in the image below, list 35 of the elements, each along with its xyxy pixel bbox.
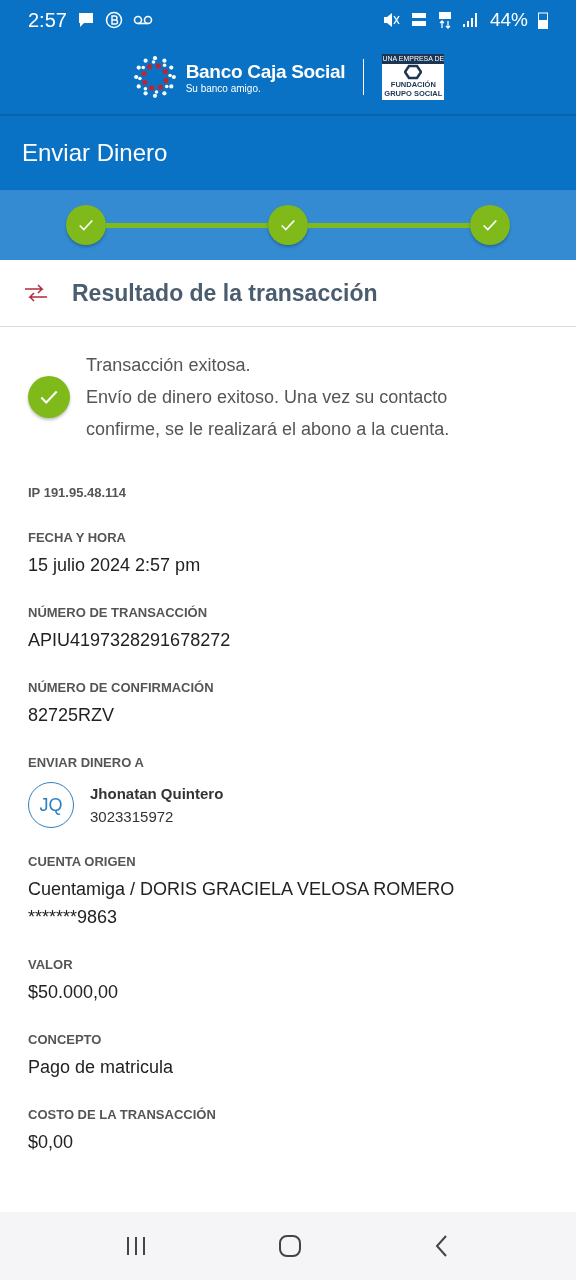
field-value: $50.000,00 (28, 981, 120, 1004)
field-label: COSTO DE LA TRANSACCIÓN (28, 1107, 217, 1122)
field-label: NÚMERO DE CONFIRMACIÓN (28, 680, 215, 695)
field-value: Cuentamiga / DORIS GRACIELA VELOSA ROMERO *******9863 (28, 878, 456, 929)
ip-address: IP 191.95.48.114 (28, 485, 128, 500)
section-title: Resultado de la transacción (72, 279, 378, 307)
battery-percent: 44% (489, 9, 528, 31)
b-circle-icon (104, 11, 123, 29)
contact-phone: 3023315972 (90, 808, 175, 825)
chat-icon (76, 11, 95, 29)
field-label: FECHA Y HORA (28, 530, 127, 545)
mobile-data-icon (437, 11, 452, 29)
field-label: VALOR (28, 957, 74, 972)
bank-tagline: Su banco amigo. (185, 82, 262, 94)
field-value: APIU4197328291678272 (28, 629, 232, 652)
contact-name: Jhonatan Quintero (90, 785, 224, 802)
field-value: $0,00 (28, 1131, 75, 1154)
status-time: 2:57 (28, 8, 67, 32)
voicemail-icon (132, 14, 153, 26)
partner-emblem-icon (404, 64, 423, 80)
bank-logo-icon (131, 54, 178, 100)
signal-icon (461, 11, 480, 29)
field-label: NÚMERO DE TRANSACCIÓN (28, 605, 209, 620)
page-title: Enviar Dinero (22, 139, 168, 167)
field-value: Pago de matricula (28, 1056, 175, 1079)
field-label: ENVIAR DINERO A (28, 755, 145, 770)
field-value: 15 julio 2024 2:57 pm (28, 554, 202, 577)
bank-name: Banco Caja Social (185, 60, 346, 83)
field-label: CONCEPTO (28, 1032, 103, 1047)
field-label: CUENTA ORIGEN (28, 854, 137, 869)
battery-icon (538, 11, 548, 29)
result-message: Transacción exitosa. Envío de dinero exitoso. Una vez su contacto confirme, se le realizará el abono a la cuenta. (86, 354, 451, 441)
home-icon[interactable] (277, 1233, 303, 1259)
mute-icon (381, 11, 400, 29)
field-value: 82725RZV (28, 704, 116, 727)
